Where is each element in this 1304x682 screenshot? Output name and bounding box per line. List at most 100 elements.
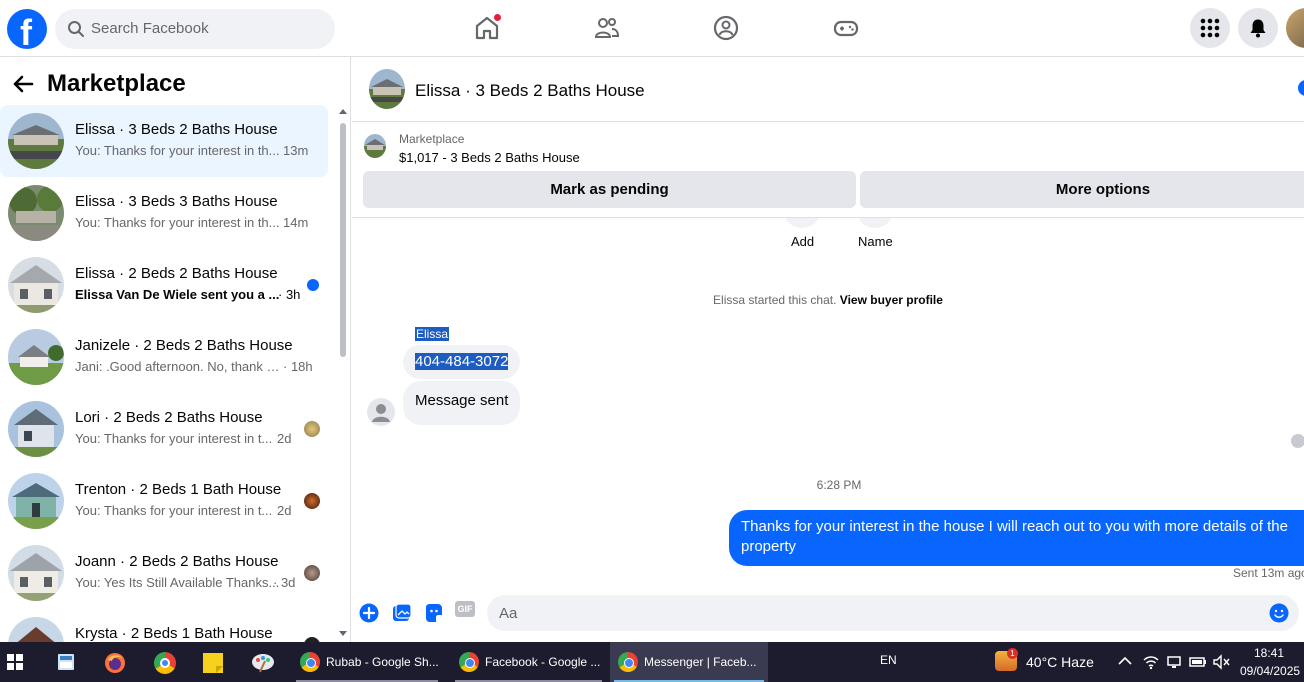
chevron-up-icon[interactable] — [1118, 656, 1132, 666]
taskbar-app-facebook[interactable]: Facebook - Google ... — [451, 642, 606, 682]
marketplace-sidebar: Marketplace Elissa · 3 Beds 2 Baths Hous… — [0, 57, 351, 642]
search-placeholder: Search Facebook — [91, 20, 209, 37]
plus-circle-icon[interactable] — [359, 603, 379, 623]
more-options-button[interactable]: More options — [860, 171, 1304, 208]
incoming-message-bubble[interactable]: Message sent — [403, 381, 521, 425]
sidebar-scrollbar[interactable] — [337, 105, 349, 642]
network-icon[interactable] — [1166, 654, 1182, 670]
outgoing-message-bubble[interactable]: Thanks for your interest in the house I … — [729, 510, 1304, 566]
chat-title[interactable]: Elissa · 3 Beds 2 Baths House — [415, 81, 645, 101]
firefox-icon[interactable] — [104, 652, 126, 674]
gif-button[interactable]: GIF — [455, 601, 475, 617]
conversation-item[interactable]: Krysta · 2 Beds 1 Bath House — [0, 609, 328, 642]
screen: f Search Facebook Marketplace Elissa · 3… — [0, 0, 1304, 682]
wifi-icon[interactable] — [1143, 654, 1159, 670]
listing-mini-thumbnail[interactable] — [364, 134, 386, 158]
chat-started-text: Elissa started this chat. — [713, 293, 837, 307]
info-icon[interactable] — [1298, 80, 1304, 96]
scroll-up-arrow-icon[interactable] — [339, 109, 347, 114]
view-buyer-profile-link[interactable]: View buyer profile — [840, 293, 943, 307]
taskbar-app-rubab-sheets[interactable]: Rubab - Google Sh... — [292, 642, 442, 682]
name-action-label[interactable]: Name — [858, 234, 893, 249]
incoming-message-bubble[interactable]: 404-484-3072 — [403, 345, 521, 379]
taskbar-app-label: Rubab - Google Sh... — [326, 655, 439, 669]
search-icon — [68, 21, 84, 37]
friends-nav-button[interactable] — [593, 14, 621, 42]
conversation-item[interactable]: Lori · 2 Beds 2 Baths House You: Thanks … — [0, 393, 328, 465]
back-arrow-icon[interactable] — [12, 75, 34, 93]
bell-icon — [1250, 19, 1266, 38]
scrollbar-thumb[interactable] — [340, 123, 346, 357]
chat-panel: Elissa · 3 Beds 2 Baths House Marketplac… — [352, 57, 1304, 642]
conversation-item[interactable]: Elissa · 3 Beds 2 Baths House You: Thank… — [0, 105, 328, 177]
conversation-title: Janizele · 2 Beds 2 Baths House — [75, 337, 293, 354]
friends-icon — [594, 18, 620, 38]
add-action-label[interactable]: Add — [791, 234, 814, 249]
volume-muted-icon[interactable] — [1212, 654, 1230, 670]
name-contact-icon[interactable] — [858, 218, 892, 228]
conversation-snippet: You: Thanks for your interest in t... — [75, 503, 273, 518]
sticky-notes-icon[interactable] — [202, 652, 224, 674]
facebook-logo[interactable]: f — [7, 9, 47, 53]
listing-thumbnail — [8, 617, 64, 642]
notifications-button[interactable] — [1238, 8, 1278, 48]
sent-status: Sent 13m ago — [1233, 566, 1304, 580]
weather-text[interactable]: 40°C Haze — [1026, 654, 1094, 670]
battery-icon[interactable] — [1189, 654, 1207, 670]
listing-kind: Marketplace — [399, 132, 465, 146]
notification-dot — [493, 13, 502, 22]
home-nav-button[interactable] — [473, 13, 502, 42]
gaming-nav-button[interactable] — [832, 14, 860, 42]
conversation-time: 2d — [277, 503, 292, 518]
taskbar-app-messenger[interactable]: Messenger | Faceb... — [610, 642, 768, 682]
search-box[interactable]: Search Facebook — [55, 9, 335, 49]
sticker-icon[interactable] — [424, 603, 444, 623]
conversation-item[interactable]: Janizele · 2 Beds 2 Baths House Jani: .G… — [0, 321, 328, 393]
conversation-item[interactable]: Elissa · 2 Beds 2 Baths House Elissa Van… — [0, 249, 328, 321]
menu-button[interactable] — [1190, 8, 1230, 48]
chrome-profile-icon — [618, 652, 638, 672]
mark-as-pending-button[interactable]: Mark as pending — [363, 171, 856, 208]
chrome-icon[interactable] — [154, 652, 176, 674]
taskbar-app-label: Messenger | Faceb... — [644, 655, 757, 669]
conversation-item[interactable]: Elissa · 3 Beds 3 Baths House You: Thank… — [0, 177, 328, 249]
message-timestamp: 6:28 PM — [816, 478, 862, 492]
paint-icon[interactable] — [251, 651, 275, 673]
gamepad-icon — [833, 20, 859, 37]
sidebar-header: Marketplace — [0, 57, 350, 105]
message-input[interactable]: Aa — [487, 595, 1299, 631]
phone-number-text: 404-484-3072 — [415, 353, 509, 370]
sidebar-title: Marketplace — [47, 70, 186, 97]
participant-avatar — [304, 493, 320, 509]
taskbar-app-label: Facebook - Google ... — [485, 655, 601, 669]
seen-indicator-avatar — [1291, 434, 1304, 448]
file-explorer-icon[interactable] — [56, 652, 76, 672]
listing-thumbnail — [8, 257, 64, 313]
conversation-item[interactable]: Joann · 2 Beds 2 Baths House You: Yes It… — [0, 537, 328, 609]
conversation-item[interactable]: Trenton · 2 Beds 1 Bath House You: Thank… — [0, 465, 328, 537]
photo-icon[interactable] — [392, 603, 412, 623]
apps-grid-icon — [1200, 18, 1220, 38]
groups-nav-button[interactable] — [712, 14, 740, 42]
conversation-time: 2d — [277, 431, 292, 446]
emoji-icon[interactable] — [1269, 603, 1289, 623]
default-user-icon — [372, 404, 390, 422]
top-navigation-bar: f Search Facebook — [0, 0, 1304, 57]
chat-listing-thumbnail[interactable] — [369, 69, 405, 109]
conversation-title: Trenton · 2 Beds 1 Bath House — [75, 481, 282, 498]
conversation-time: · 3h — [278, 287, 301, 302]
weather-icon[interactable]: 1 — [995, 648, 1018, 671]
clock-date[interactable]: 09/04/2025 — [1240, 664, 1300, 678]
conversation-snippet: Jani: .Good afternoon. No, thank y... — [75, 359, 281, 374]
profile-avatar[interactable] — [1286, 8, 1304, 48]
windows-start-icon[interactable] — [7, 654, 23, 670]
conversation-time: 13m — [283, 143, 309, 158]
weather-badge: 1 — [1007, 648, 1018, 659]
clock-time[interactable]: 18:41 — [1254, 646, 1284, 660]
scroll-down-arrow-icon[interactable] — [339, 631, 347, 636]
listing-thumbnail — [8, 545, 64, 601]
listing-price[interactable]: $1,017 - 3 Beds 2 Baths House — [399, 150, 580, 165]
conversation-snippet: Elissa Van De Wiele sent you a ... — [75, 287, 280, 302]
add-contact-icon[interactable] — [785, 218, 819, 228]
input-language[interactable]: EN — [880, 653, 897, 667]
